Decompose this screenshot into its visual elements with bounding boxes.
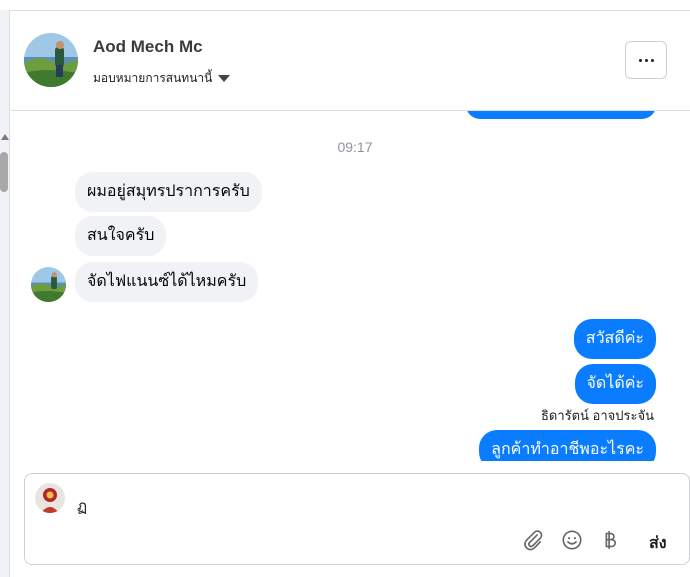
payment-button[interactable] bbox=[598, 528, 622, 552]
contact-avatar[interactable] bbox=[24, 33, 78, 87]
attach-button[interactable] bbox=[521, 528, 545, 552]
incoming-message[interactable]: จัดไฟแนนซ์ได้ไหมครับ bbox=[75, 262, 259, 302]
message-input[interactable]: ฏ bbox=[77, 494, 87, 518]
paperclip-icon bbox=[524, 530, 543, 551]
outgoing-message[interactable]: จัดได้ค่ะ bbox=[574, 364, 656, 404]
send-button[interactable]: ส่ง bbox=[649, 531, 667, 556]
outgoing-message[interactable]: สวัสดีค่ะ bbox=[573, 319, 656, 359]
message-composer[interactable]: ฏ ส่ง bbox=[24, 473, 690, 565]
page-avatar bbox=[35, 483, 65, 513]
assign-conversation-dropdown[interactable]: มอบหมายการสนทนานี้ bbox=[93, 69, 231, 88]
message-timestamp: 09:17 bbox=[337, 139, 373, 155]
contact-avatar-photo-icon bbox=[31, 267, 66, 302]
more-options-icon bbox=[638, 58, 654, 62]
page-logo-icon bbox=[35, 483, 65, 513]
conversation-header: Aod Mech Mc มอบหมายการสนทนานี้ bbox=[11, 11, 690, 111]
scroll-up-arrow-icon[interactable] bbox=[1, 134, 9, 140]
scrollbar-thumb[interactable] bbox=[0, 152, 8, 192]
smiley-icon bbox=[562, 530, 582, 550]
outgoing-message[interactable]: ลูกค้าทำอาชีพอะไรคะ bbox=[479, 430, 656, 461]
baht-icon bbox=[605, 530, 616, 550]
caret-down-icon bbox=[218, 75, 231, 82]
incoming-message[interactable]: ผมอยู่สมุทรปราการครับ bbox=[75, 172, 262, 212]
emoji-button[interactable] bbox=[560, 528, 584, 552]
contact-avatar-photo-icon bbox=[24, 33, 78, 87]
assign-conversation-label: มอบหมายการสนทนานี้ bbox=[93, 71, 213, 85]
sender-name: ธิดารัตน์ อาจประจัน bbox=[540, 408, 654, 423]
more-options-button[interactable] bbox=[625, 41, 667, 79]
contact-avatar-small bbox=[31, 267, 66, 302]
scrollbar-track[interactable] bbox=[0, 10, 10, 577]
incoming-message[interactable]: สนใจครับ bbox=[75, 216, 167, 256]
contact-name[interactable]: Aod Mech Mc bbox=[93, 37, 203, 57]
previous-outgoing-bubble bbox=[466, 111, 656, 119]
message-thread[interactable]: 09:17 ผมอยู่สมุทรปราการครับ สนใจครับ จัด… bbox=[11, 111, 690, 461]
